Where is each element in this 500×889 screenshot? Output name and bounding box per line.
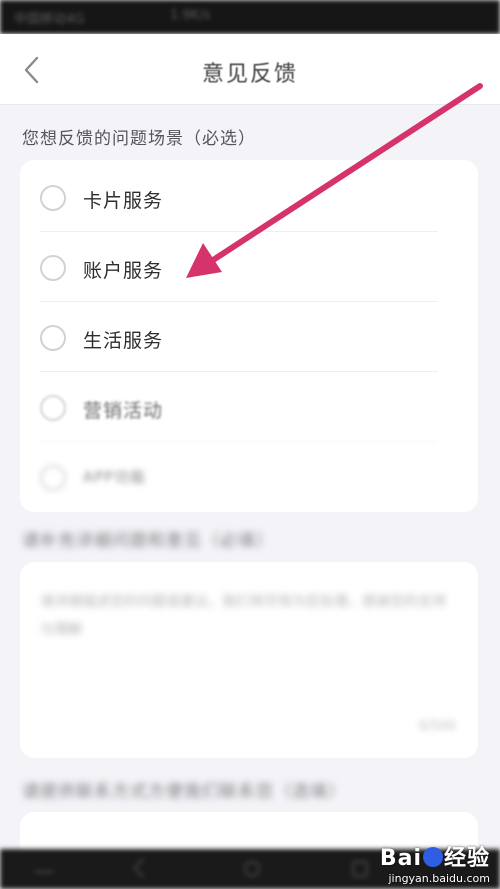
character-counter: 0/500 xyxy=(418,719,456,734)
option-account-service[interactable]: 账户服务 xyxy=(20,232,478,302)
radio-button[interactable] xyxy=(40,465,66,491)
description-textarea[interactable]: 请详细描述您的问题或建议，我们将尽快为您处理，感谢您的支持与理解 0/500 xyxy=(20,562,478,758)
network-speed: 1.9K/s xyxy=(170,8,211,23)
back-nav-icon[interactable] xyxy=(133,858,153,878)
menu-icon[interactable] xyxy=(34,867,54,873)
option-label: 生活服务 xyxy=(83,330,164,352)
description-section-label: 请补充详细问题和意见（必填） xyxy=(22,531,274,551)
recents-icon[interactable] xyxy=(352,861,368,877)
option-label: 营销活动 xyxy=(83,400,164,422)
radio-button[interactable] xyxy=(40,255,66,281)
option-label: APP功能 xyxy=(83,468,147,486)
header-bar: 意见反馈 xyxy=(0,34,500,105)
option-life-service[interactable]: 生活服务 xyxy=(20,302,478,372)
option-label: 账户服务 xyxy=(83,260,164,282)
watermark-brand-left: Bai xyxy=(379,846,422,871)
watermark-brand-right: 经验 xyxy=(443,846,490,871)
option-label: 卡片服务 xyxy=(83,190,164,212)
home-icon[interactable] xyxy=(244,861,260,877)
description-placeholder: 请详细描述您的问题或建议，我们将尽快为您处理，感谢您的支持与理解 xyxy=(40,594,446,638)
carrier-label: 中国移动4G xyxy=(14,12,85,27)
watermark-logo: Bai 经验 xyxy=(380,846,490,872)
baidu-jingyan-watermark: Bai 经验 jingyan.baidu.com xyxy=(380,846,490,885)
radio-button[interactable] xyxy=(40,395,66,421)
option-marketing-activity[interactable]: 营销活动 xyxy=(20,372,478,442)
status-bar: 中国移动4G 1.9K/s xyxy=(0,0,500,34)
scenario-section-label: 您想反馈的问题场景（必选） xyxy=(22,129,256,149)
paw-icon xyxy=(422,847,443,867)
radio-button[interactable] xyxy=(40,325,66,351)
feedback-screen: 中国移动4G 1.9K/s 意见反馈 您想反馈的问题场景（必选） 卡片服务 账户… xyxy=(0,0,500,889)
contact-section-label: 请提供联系方式方便我们联系您（选填） xyxy=(22,782,346,802)
option-card-service[interactable]: 卡片服务 xyxy=(20,162,478,232)
option-app-function[interactable]: APP功能 xyxy=(20,442,478,512)
radio-button[interactable] xyxy=(40,185,66,211)
scenario-options-card: 卡片服务 账户服务 生活服务 营销活动 APP功能 xyxy=(20,160,478,512)
page-title: 意见反馈 xyxy=(201,62,298,87)
watermark-url: jingyan.baidu.com xyxy=(388,872,490,885)
